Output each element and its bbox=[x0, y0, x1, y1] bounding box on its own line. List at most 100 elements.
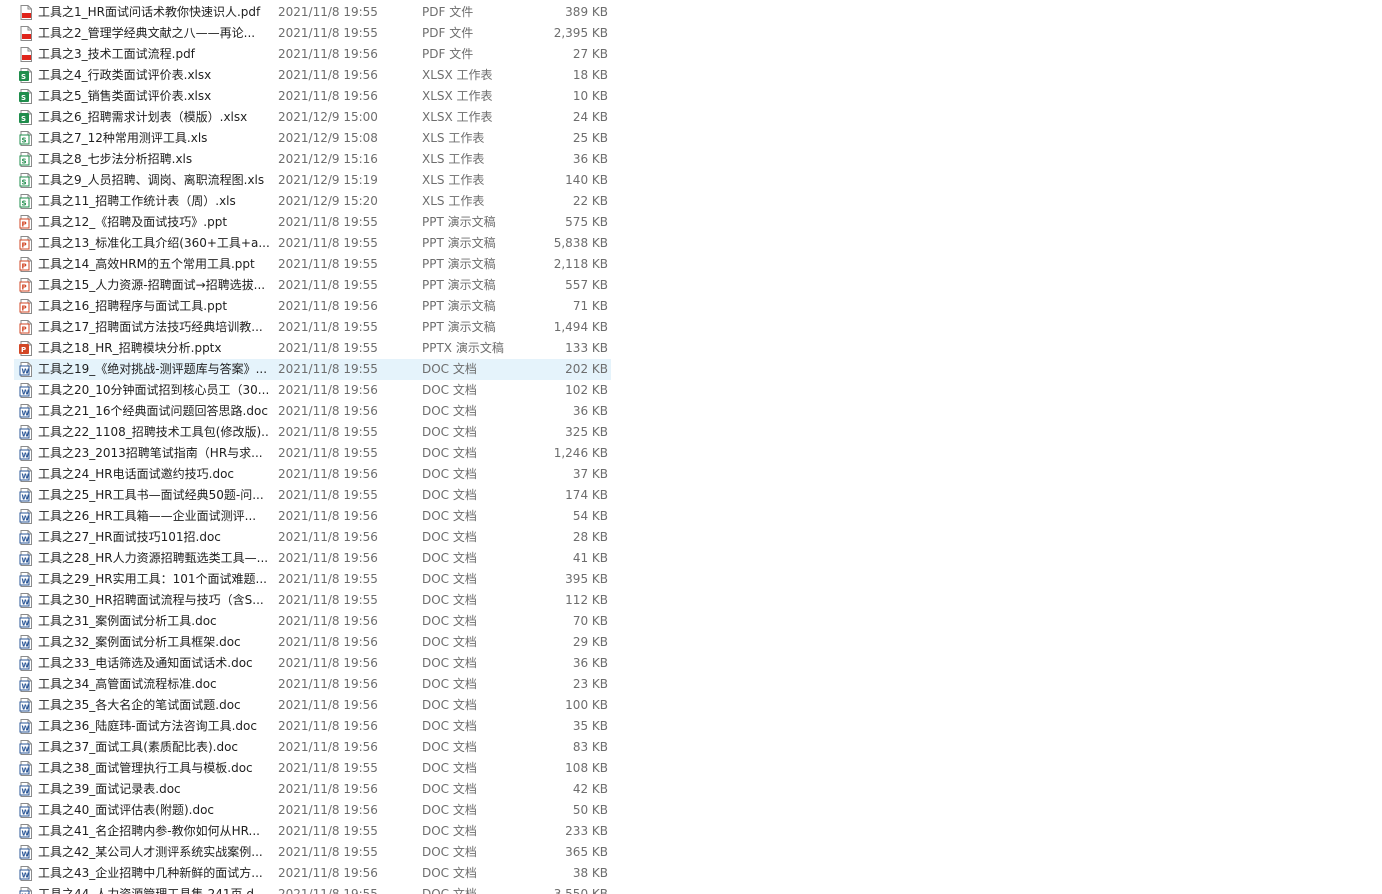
doc-file-icon: W bbox=[18, 844, 34, 861]
file-row[interactable]: W工具之44_人力资源管理工具集-241页.d...2021/11/8 19:5… bbox=[0, 884, 1382, 894]
file-row[interactable]: W工具之39_面试记录表.doc2021/11/8 19:56DOC 文档42 … bbox=[0, 779, 1382, 800]
file-row[interactable]: P工具之17_招聘面试方法技巧经典培训教...2021/11/8 19:55PP… bbox=[0, 317, 1382, 338]
svg-text:P: P bbox=[22, 284, 27, 292]
file-row[interactable]: 工具之2_管理学经典文献之八——再论...2021/11/8 19:55PDF … bbox=[0, 23, 1382, 44]
file-name: 工具之8_七步法分析招聘.xls bbox=[38, 152, 270, 167]
svg-text:P: P bbox=[22, 221, 27, 229]
file-row[interactable]: W工具之36_陆庭玮-面试方法咨询工具.doc2021/11/8 19:56DO… bbox=[0, 716, 1382, 737]
file-size: 35 KB bbox=[573, 719, 608, 734]
file-size: 18 KB bbox=[573, 68, 608, 83]
file-row[interactable]: W工具之32_案例面试分析工具框架.doc2021/11/8 19:56DOC … bbox=[0, 632, 1382, 653]
file-row[interactable]: P工具之13_标准化工具介绍(360+工具+a...2021/11/8 19:5… bbox=[0, 233, 1382, 254]
file-date-modified: 2021/11/8 19:55 bbox=[278, 278, 378, 293]
file-type: PPT 演示文稿 bbox=[422, 299, 496, 314]
file-date-modified: 2021/11/8 19:56 bbox=[278, 299, 378, 314]
file-name: 工具之12_《招聘及面试技巧》.ppt bbox=[38, 215, 270, 230]
file-row[interactable]: S工具之4_行政类面试评价表.xlsx2021/11/8 19:56XLSX 工… bbox=[0, 65, 1382, 86]
file-row[interactable]: W工具之33_电话筛选及通知面试话术.doc2021/11/8 19:56DOC… bbox=[0, 653, 1382, 674]
file-size: 71 KB bbox=[573, 299, 608, 314]
file-date-modified: 2021/11/8 19:55 bbox=[278, 5, 378, 20]
file-row[interactable]: W工具之24_HR电话面试邀约技巧.doc2021/11/8 19:56DOC … bbox=[0, 464, 1382, 485]
file-type: DOC 文档 bbox=[422, 593, 477, 608]
file-row[interactable]: P工具之18_HR_招聘模块分析.pptx2021/11/8 19:55PPTX… bbox=[0, 338, 1382, 359]
file-size: 36 KB bbox=[573, 404, 608, 419]
file-size: 202 KB bbox=[565, 362, 608, 377]
file-size: 140 KB bbox=[565, 173, 608, 188]
svg-text:S: S bbox=[21, 73, 26, 81]
svg-text:S: S bbox=[21, 115, 26, 123]
file-size: 10 KB bbox=[573, 89, 608, 104]
file-name: 工具之3_技术工面试流程.pdf bbox=[38, 47, 270, 62]
file-row[interactable]: S工具之9_人员招聘、调岗、离职流程图.xls2021/12/9 15:19XL… bbox=[0, 170, 1382, 191]
file-row[interactable]: S工具之11_招聘工作统计表（周）.xls2021/12/9 15:20XLS … bbox=[0, 191, 1382, 212]
file-row[interactable]: 工具之1_HR面试问话术教你快速识人.pdf2021/11/8 19:55PDF… bbox=[0, 2, 1382, 23]
file-type: DOC 文档 bbox=[422, 677, 477, 692]
file-row[interactable]: W工具之27_HR面试技巧101招.doc2021/11/8 19:56DOC … bbox=[0, 527, 1382, 548]
svg-text:S: S bbox=[22, 179, 27, 187]
file-row[interactable]: W工具之22_1108_招聘技术工具包(修改版)...2021/11/8 19:… bbox=[0, 422, 1382, 443]
file-row[interactable]: W工具之28_HR人力资源招聘甄选类工具—...2021/11/8 19:56D… bbox=[0, 548, 1382, 569]
file-size: 365 KB bbox=[565, 845, 608, 860]
svg-text:W: W bbox=[22, 851, 30, 859]
file-row[interactable]: W工具之43_企业招聘中几种新鲜的面试方...2021/11/8 19:56DO… bbox=[0, 863, 1382, 884]
file-row[interactable]: P工具之12_《招聘及面试技巧》.ppt2021/11/8 19:55PPT 演… bbox=[0, 212, 1382, 233]
file-type: DOC 文档 bbox=[422, 383, 477, 398]
file-type: DOC 文档 bbox=[422, 719, 477, 734]
file-size: 42 KB bbox=[573, 782, 608, 797]
file-row[interactable]: W工具之30_HR招聘面试流程与技巧（含S...2021/11/8 19:55D… bbox=[0, 590, 1382, 611]
file-row[interactable]: W工具之21_16个经典面试问题回答思路.doc2021/11/8 19:56D… bbox=[0, 401, 1382, 422]
svg-text:S: S bbox=[22, 200, 27, 208]
file-row[interactable]: W工具之26_HR工具箱——企业面试测评...2021/11/8 19:56DO… bbox=[0, 506, 1382, 527]
file-row[interactable]: 工具之3_技术工面试流程.pdf2021/11/8 19:56PDF 文件27 … bbox=[0, 44, 1382, 65]
file-name: 工具之18_HR_招聘模块分析.pptx bbox=[38, 341, 270, 356]
xlsx-file-icon: S bbox=[18, 88, 34, 105]
file-size: 36 KB bbox=[573, 656, 608, 671]
file-name: 工具之11_招聘工作统计表（周）.xls bbox=[38, 194, 270, 209]
file-type: DOC 文档 bbox=[422, 362, 477, 377]
file-date-modified: 2021/11/8 19:55 bbox=[278, 236, 378, 251]
file-row[interactable]: S工具之5_销售类面试评价表.xlsx2021/11/8 19:56XLSX 工… bbox=[0, 86, 1382, 107]
file-row[interactable]: W工具之41_名企招聘内参-教你如何从HR...2021/11/8 19:55D… bbox=[0, 821, 1382, 842]
file-date-modified: 2021/11/8 19:55 bbox=[278, 572, 378, 587]
file-row[interactable]: W工具之20_10分钟面试招到核心员工（30...2021/11/8 19:56… bbox=[0, 380, 1382, 401]
file-row[interactable]: W工具之29_HR实用工具：101个面试难题...2021/11/8 19:55… bbox=[0, 569, 1382, 590]
file-size: 22 KB bbox=[573, 194, 608, 209]
file-row[interactable]: W工具之34_高管面试流程标准.doc2021/11/8 19:56DOC 文档… bbox=[0, 674, 1382, 695]
xls-file-icon: S bbox=[18, 172, 34, 189]
file-row[interactable]: S工具之6_招聘需求计划表（模版）.xlsx2021/12/9 15:00XLS… bbox=[0, 107, 1382, 128]
file-row[interactable]: W工具之42_某公司人才测评系统实战案例...2021/11/8 19:55DO… bbox=[0, 842, 1382, 863]
doc-file-icon: W bbox=[18, 718, 34, 735]
file-row[interactable]: W工具之31_案例面试分析工具.doc2021/11/8 19:56DOC 文档… bbox=[0, 611, 1382, 632]
file-type: DOC 文档 bbox=[422, 866, 477, 881]
file-row[interactable]: S工具之7_12种常用测评工具.xls2021/12/9 15:08XLS 工作… bbox=[0, 128, 1382, 149]
file-name: 工具之38_面试管理执行工具与模板.doc bbox=[38, 761, 270, 776]
file-name: 工具之16_招聘程序与面试工具.ppt bbox=[38, 299, 270, 314]
file-row[interactable]: W工具之37_面试工具(素质配比表).doc2021/11/8 19:56DOC… bbox=[0, 737, 1382, 758]
file-row[interactable]: W工具之23_2013招聘笔试指南（HR与求...2021/11/8 19:55… bbox=[0, 443, 1382, 464]
svg-text:P: P bbox=[22, 263, 27, 271]
file-row[interactable]: W工具之40_面试评估表(附题).doc2021/11/8 19:56DOC 文… bbox=[0, 800, 1382, 821]
file-row[interactable]: P工具之15_人力资源-招聘面试→招聘选拔...2021/11/8 19:55P… bbox=[0, 275, 1382, 296]
file-row[interactable]: P工具之14_高效HRM的五个常用工具.ppt2021/11/8 19:55PP… bbox=[0, 254, 1382, 275]
file-date-modified: 2021/11/8 19:55 bbox=[278, 425, 378, 440]
file-row[interactable]: W工具之25_HR工具书—面试经典50题-问...2021/11/8 19:55… bbox=[0, 485, 1382, 506]
file-row[interactable]: W工具之35_各大名企的笔试面试题.doc2021/11/8 19:56DOC … bbox=[0, 695, 1382, 716]
file-name: 工具之17_招聘面试方法技巧经典培训教... bbox=[38, 320, 270, 335]
file-row[interactable]: S工具之8_七步法分析招聘.xls2021/12/9 15:16XLS 工作表3… bbox=[0, 149, 1382, 170]
svg-text:W: W bbox=[22, 494, 30, 502]
file-row[interactable]: W工具之38_面试管理执行工具与模板.doc2021/11/8 19:55DOC… bbox=[0, 758, 1382, 779]
file-row[interactable]: W工具之19_《绝对挑战-测评题库与答案》...2021/11/8 19:55D… bbox=[0, 359, 1382, 380]
file-name: 工具之37_面试工具(素质配比表).doc bbox=[38, 740, 270, 755]
file-size: 112 KB bbox=[565, 593, 608, 608]
file-size: 395 KB bbox=[565, 572, 608, 587]
file-date-modified: 2021/11/8 19:55 bbox=[278, 257, 378, 272]
file-name: 工具之13_标准化工具介绍(360+工具+a... bbox=[38, 236, 270, 251]
pdf-file-icon bbox=[18, 25, 34, 42]
file-type: XLSX 工作表 bbox=[422, 68, 493, 83]
file-name: 工具之44_人力资源管理工具集-241页.d... bbox=[38, 887, 270, 894]
file-row[interactable]: P工具之16_招聘程序与面试工具.ppt2021/11/8 19:56PPT 演… bbox=[0, 296, 1382, 317]
svg-text:W: W bbox=[22, 368, 30, 376]
file-date-modified: 2021/11/8 19:56 bbox=[278, 467, 378, 482]
svg-text:W: W bbox=[22, 515, 30, 523]
doc-file-icon: W bbox=[18, 382, 34, 399]
